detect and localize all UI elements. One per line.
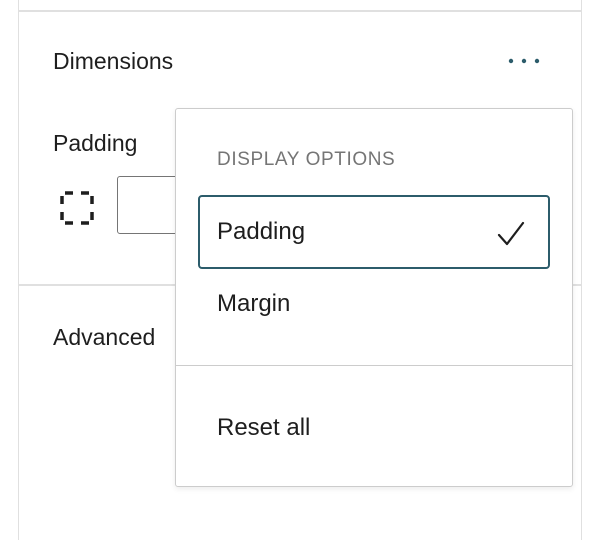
dimensions-panel-title: Dimensions (53, 48, 174, 74)
menu-item-label: Margin (217, 290, 291, 317)
display-options-dropdown: Display options Padding Margin Reset all (175, 108, 573, 487)
menu-item-label: Padding (217, 218, 306, 245)
reset-all-label: Reset all (217, 414, 311, 441)
menu-item-margin[interactable]: Margin (198, 267, 550, 341)
dropdown-divider (176, 365, 572, 366)
advanced-panel-title[interactable]: Advanced (53, 323, 155, 351)
ellipsis-icon (508, 58, 540, 64)
dropdown-heading: Display options (217, 149, 396, 170)
check-icon (497, 221, 525, 246)
panel-divider-top (19, 10, 581, 12)
box-sides-icon[interactable] (59, 190, 95, 226)
reset-all-button[interactable]: Reset all (198, 391, 550, 465)
dimensions-options-button[interactable] (501, 44, 547, 78)
menu-item-padding[interactable]: Padding (198, 195, 550, 269)
padding-control-label: Padding (53, 130, 138, 156)
